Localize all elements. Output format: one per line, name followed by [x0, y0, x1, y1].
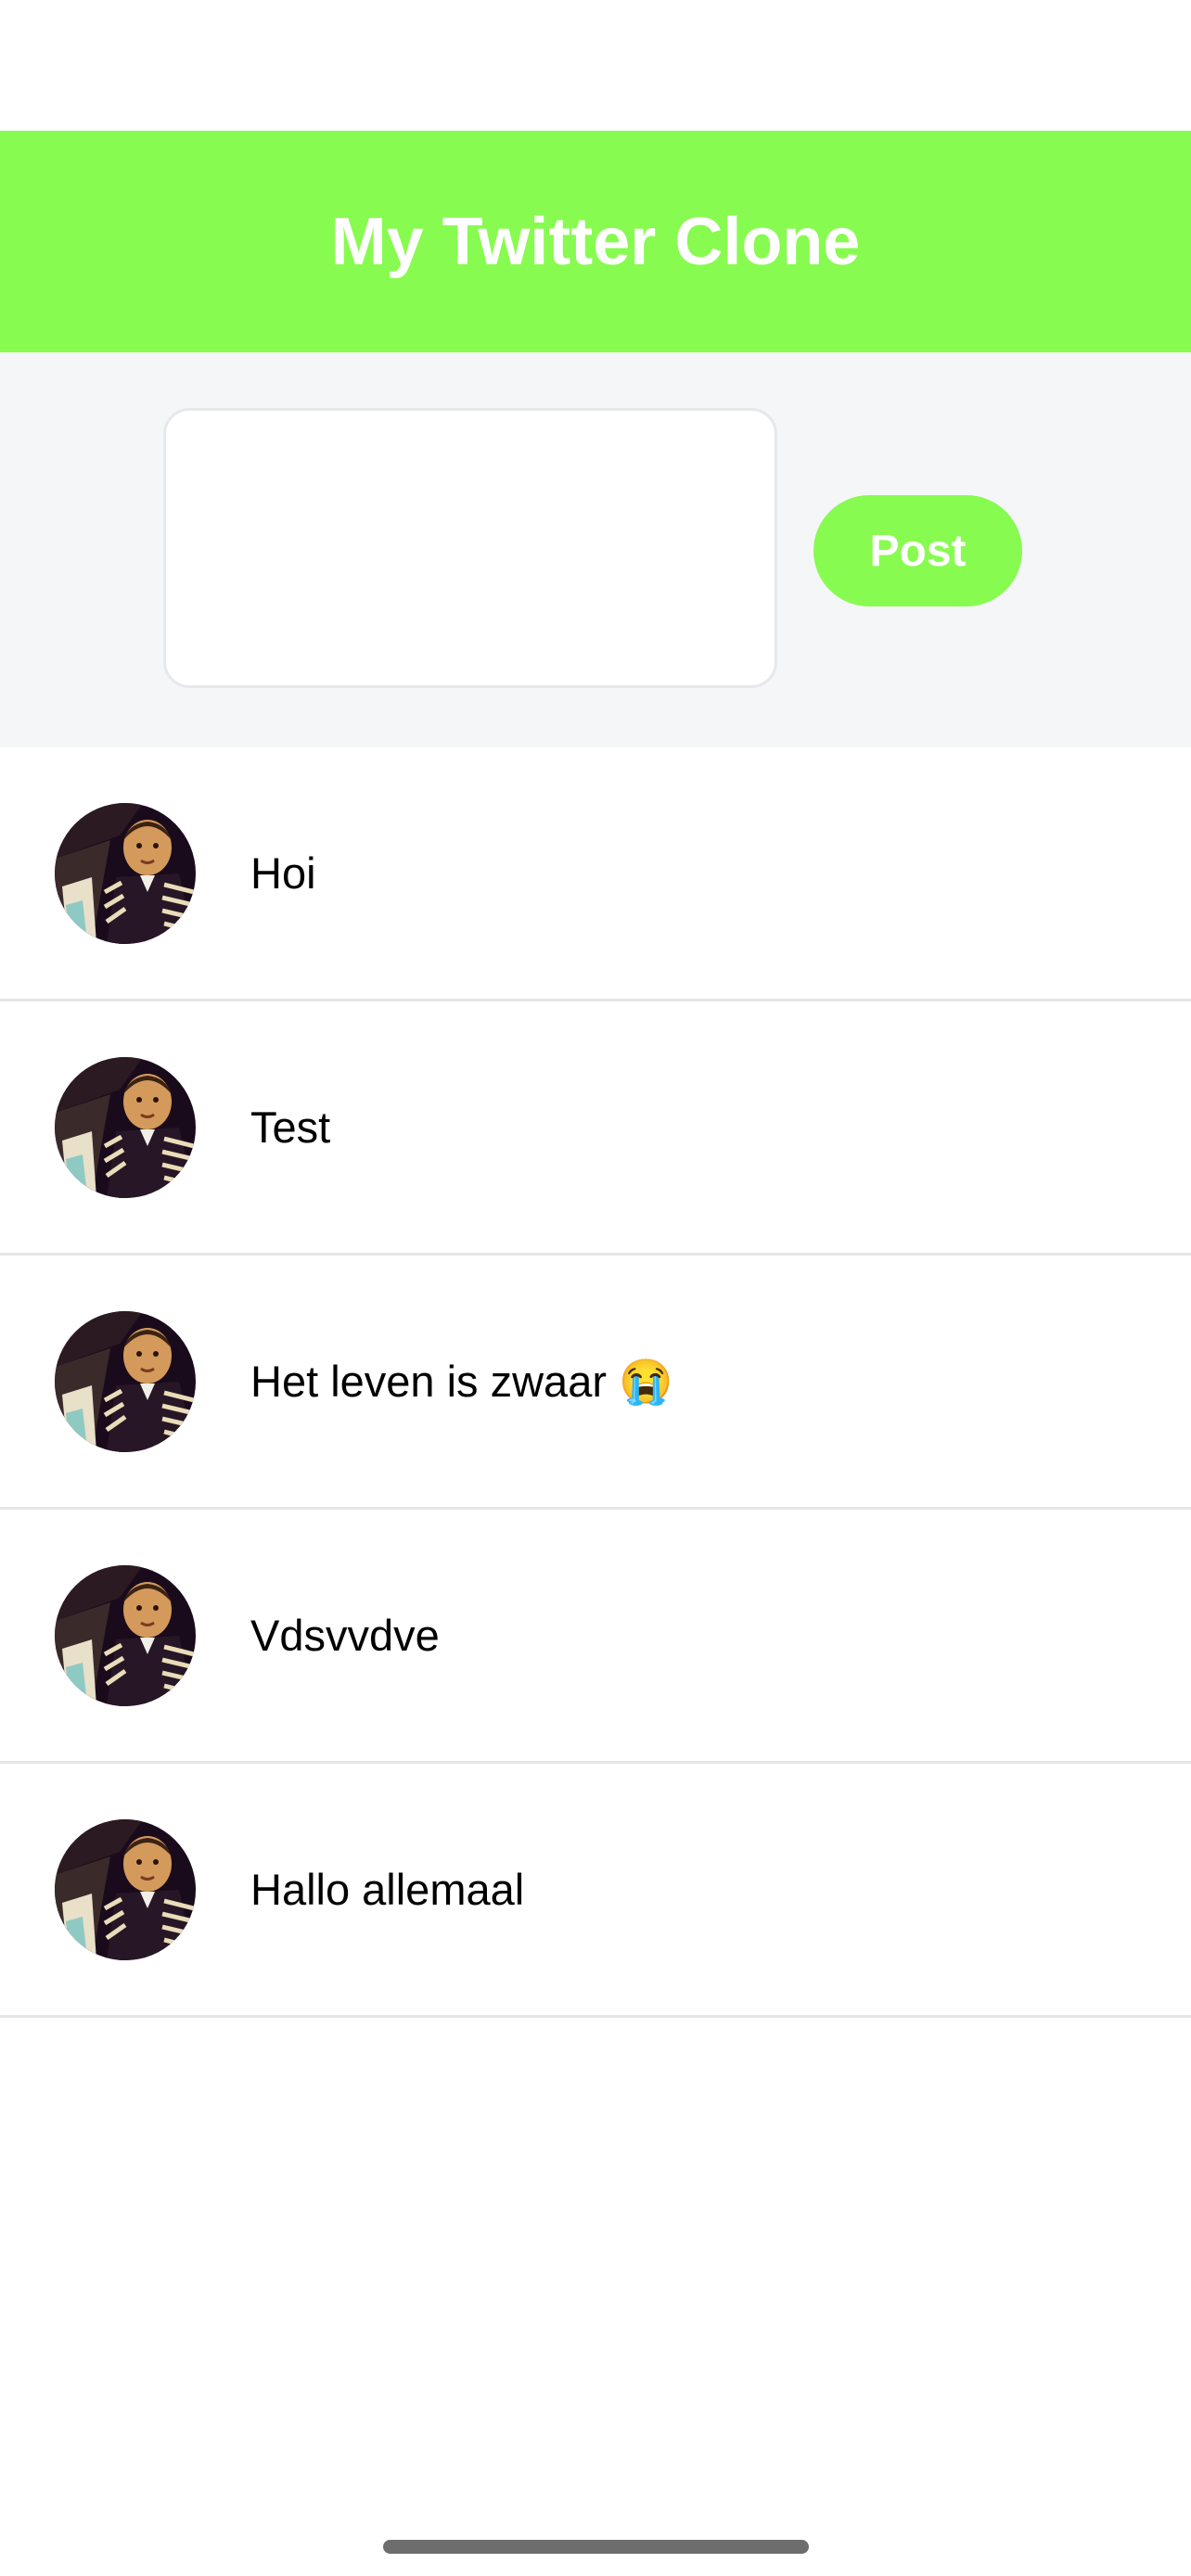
app-title: My Twitter Clone: [330, 204, 861, 279]
app-header: My Twitter Clone: [0, 131, 1191, 352]
tweet-text: Vdsvvdve: [250, 1611, 440, 1660]
user-avatar: [55, 1311, 196, 1452]
tweet-item: Hallo allemaal: [0, 1764, 1191, 2018]
tweet-item: Hoi: [0, 747, 1191, 1001]
status-bar: [0, 0, 1191, 131]
user-avatar: [55, 1057, 196, 1198]
tweet-text: Hoi: [250, 848, 316, 898]
user-avatar: [55, 1565, 196, 1706]
tweet-item: Vdsvvdve: [0, 1510, 1191, 1764]
post-button[interactable]: Post: [813, 495, 1022, 606]
tweet-text: Hallo allemaal: [250, 1865, 525, 1914]
tweet-input[interactable]: [163, 408, 777, 688]
tweet-text: Test: [250, 1103, 331, 1152]
tweet-item: Het leven is zwaar 😭: [0, 1256, 1191, 1510]
tweet-text: Het leven is zwaar 😭: [250, 1356, 673, 1406]
tweet-list: Hoi Test Het leven is zwaar 😭 Vdsvvdve H…: [0, 747, 1191, 2018]
home-indicator[interactable]: [383, 2540, 809, 2554]
user-avatar: [55, 1819, 196, 1960]
tweet-composer: Post: [0, 352, 1191, 747]
tweet-item: Test: [0, 1001, 1191, 1256]
user-avatar: [55, 803, 196, 944]
